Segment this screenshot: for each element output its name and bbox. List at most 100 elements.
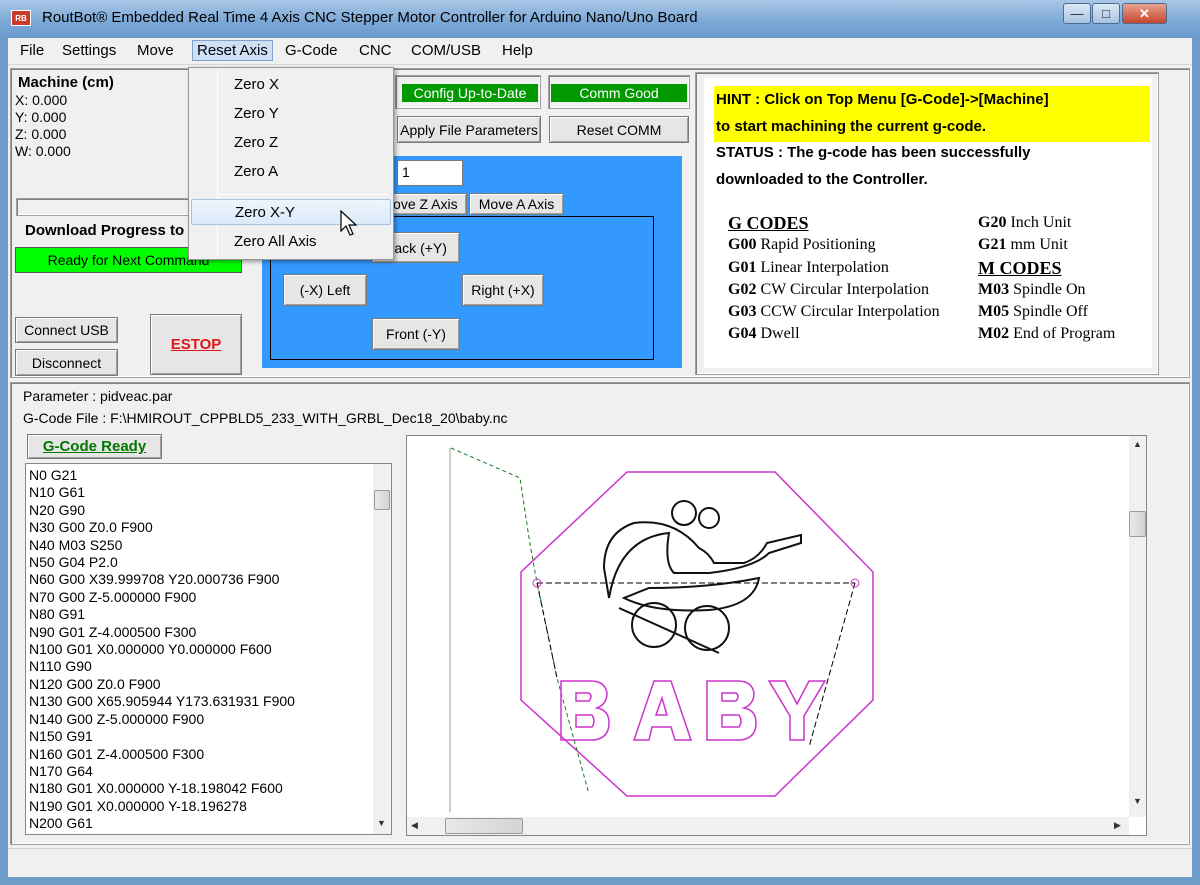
- gcode-line[interactable]: N0 G21: [27, 467, 372, 484]
- gcode-line[interactable]: N190 G01 X0.000000 Y-18.196278: [27, 798, 372, 815]
- gcode-line[interactable]: N40 M03 S250: [27, 537, 372, 554]
- app-icon: RB: [11, 10, 31, 26]
- gcode-line[interactable]: N90 G01 Z-4.000500 F300: [27, 624, 372, 641]
- menu-zero-x-y[interactable]: Zero X-Y: [191, 199, 391, 225]
- preview-vertical-scrollbar[interactable]: ▲ ▼: [1129, 436, 1146, 817]
- gcode-line[interactable]: N80 G91: [27, 606, 372, 623]
- stroller-drawing: [602, 500, 802, 654]
- menu-com-usb[interactable]: COM/USB: [411, 42, 481, 59]
- gcode-line[interactable]: N150 G91: [27, 728, 372, 745]
- gcode-ready-button[interactable]: G-Code Ready: [27, 434, 162, 459]
- gcode-line[interactable]: N60 G00 X39.999708 Y20.000736 F900: [27, 571, 372, 588]
- hint-panel: HINT : Click on Top Menu [G-Code]->[Mach…: [704, 78, 1152, 368]
- gcodes-heading: G CODES: [728, 213, 809, 233]
- menu-reset-axis[interactable]: Reset Axis: [192, 40, 273, 61]
- gcode-line[interactable]: N50 G04 P2.0: [27, 554, 372, 571]
- mouse-cursor-icon: [340, 210, 358, 236]
- status-line-2: downloaded to the Controller.: [716, 171, 928, 188]
- gcode-file-path: G-Code File : F:\HMIROUT_CPPBLD5_233_WIT…: [23, 410, 508, 426]
- y-position: Y: 0.000: [15, 109, 67, 125]
- mcodes-heading: M CODES: [978, 257, 1062, 278]
- machine-title: Machine (cm): [18, 74, 114, 91]
- scroll-up-icon[interactable]: ▲: [1133, 439, 1142, 449]
- download-progress-label: Download Progress to: [25, 222, 185, 239]
- machine-readout: Machine (cm) X: 0.000 Y: 0.000 Z: 0.000 …: [15, 74, 188, 168]
- gcode-line[interactable]: N110 G90: [27, 658, 372, 675]
- gcode-line[interactable]: N130 G00 X65.905944 Y173.631931 F900: [27, 693, 372, 710]
- title-bar[interactable]: RB RoutBot® Embedded Real Time 4 Axis CN…: [0, 0, 1200, 38]
- w-position: W: 0.000: [15, 143, 71, 159]
- gcode-line[interactable]: N200 G61: [27, 815, 372, 832]
- scroll-down-icon[interactable]: ▼: [1133, 796, 1142, 806]
- status-strip: [8, 848, 1192, 877]
- right-x-button[interactable]: Right (+X): [462, 274, 544, 306]
- menu-zero-z[interactable]: Zero Z: [191, 129, 391, 155]
- close-icon[interactable]: ✕: [1122, 3, 1167, 24]
- gcode-row: G04 Dwell: [728, 325, 800, 343]
- apply-file-parameters-button[interactable]: Apply File Parameters: [397, 116, 541, 143]
- connect-usb-button[interactable]: Connect USB: [15, 317, 118, 343]
- unit-row: G20 Inch Unit: [978, 214, 1072, 231]
- menu-file[interactable]: File: [20, 42, 44, 59]
- mcode-row: M05 Spindle Off: [978, 303, 1088, 321]
- menu-zero-y[interactable]: Zero Y: [191, 100, 391, 126]
- scroll-left-icon[interactable]: ◀: [411, 820, 418, 831]
- step-input[interactable]: 1: [397, 160, 463, 186]
- mcode-row: M02 End of Program: [978, 325, 1116, 343]
- preview-horizontal-scroll-thumb[interactable]: [445, 818, 523, 834]
- gcode-line[interactable]: N120 G00 Z0.0 F900: [27, 676, 372, 693]
- toolpath-canvas: [409, 438, 1130, 819]
- hint-line-1: HINT : Click on Top Menu [G-Code]->[Mach…: [716, 91, 1049, 108]
- disconnect-button[interactable]: Disconnect: [15, 349, 118, 376]
- status-line-1: STATUS : The g-code has been successfull…: [716, 144, 1031, 161]
- tab-move-a-axis[interactable]: Move A Axis: [469, 193, 564, 215]
- toolpath-preview: ▲ ▼ ◀ ▶: [406, 435, 1147, 836]
- gcode-line[interactable]: N70 G00 Z-5.000000 F900: [27, 589, 372, 606]
- menu-cnc[interactable]: CNC: [359, 42, 392, 59]
- menu-help[interactable]: Help: [502, 42, 533, 59]
- estop-button[interactable]: ESTOP: [150, 314, 242, 375]
- menu-zero-x[interactable]: Zero X: [191, 71, 391, 97]
- gcode-line[interactable]: N160 G01 Z-4.000500 F300: [27, 746, 372, 763]
- reset-axis-dropdown: Zero X Zero Y Zero Z Zero A Zero X-Y Zer…: [188, 67, 394, 260]
- gcode-line[interactable]: N20 G90: [27, 502, 372, 519]
- mcode-row: M03 Spindle On: [978, 280, 1086, 298]
- minimize-icon[interactable]: —: [1063, 3, 1091, 24]
- comm-status: Comm Good: [551, 84, 687, 102]
- gcode-line[interactable]: N10 G61: [27, 484, 372, 501]
- menu-bar: File Settings Move Reset Axis G-Code CNC…: [8, 38, 1192, 65]
- menu-zero-a[interactable]: Zero A: [191, 158, 391, 184]
- scroll-down-icon[interactable]: ▼: [377, 818, 386, 828]
- preview-horizontal-scrollbar[interactable]: ◀ ▶: [407, 817, 1129, 835]
- gcode-line[interactable]: N100 G01 X0.000000 Y0.000000 F600: [27, 641, 372, 658]
- left-x-button[interactable]: (-X) Left: [283, 274, 367, 306]
- gcode-list-scroll-thumb[interactable]: [374, 490, 390, 510]
- gcode-row: G02 CW Circular Interpolation: [728, 280, 929, 298]
- gcode-row: G00 Rapid Positioning: [728, 236, 876, 254]
- menu-settings[interactable]: Settings: [62, 42, 116, 59]
- baby-text-outline: [560, 680, 827, 741]
- window-title: RoutBot® Embedded Real Time 4 Axis CNC S…: [42, 9, 698, 26]
- reset-comm-button[interactable]: Reset COMM: [549, 116, 689, 143]
- scroll-right-icon[interactable]: ▶: [1114, 820, 1121, 831]
- menu-gcode[interactable]: G-Code: [285, 42, 338, 59]
- preview-vertical-scroll-thumb[interactable]: [1129, 511, 1146, 537]
- menu-separator: [219, 194, 389, 195]
- gcode-line[interactable]: N140 G00 Z-5.000000 F900: [27, 711, 372, 728]
- front-y-button[interactable]: Front (-Y): [372, 318, 460, 350]
- unit-mcode-reference: G20 Inch Unit G21 mm Unit M CODES M03 Sp…: [978, 212, 1115, 346]
- gcode-reference: G CODES G00 Rapid Positioning G01 Linear…: [728, 212, 940, 346]
- gcode-line[interactable]: N180 G01 X0.000000 Y-18.198042 F600: [27, 780, 372, 797]
- gcode-line[interactable]: N30 G00 Z0.0 F900: [27, 519, 372, 536]
- unit-row: G21 mm Unit: [978, 236, 1068, 254]
- parameter-file: Parameter : pidveac.par: [23, 388, 173, 404]
- gcode-list[interactable]: N0 G21 N10 G61 N20 G90 N30 G00 Z0.0 F900 N40…: [25, 463, 392, 835]
- hint-box: HINT : Click on Top Menu [G-Code]->[Mach…: [714, 86, 1150, 142]
- menu-move[interactable]: Move: [137, 42, 174, 59]
- maximize-icon[interactable]: □: [1092, 3, 1120, 24]
- gcode-list-scrollbar[interactable]: ▼: [373, 464, 391, 834]
- z-position: Z: 0.000: [15, 126, 67, 142]
- menu-zero-all-axis[interactable]: Zero All Axis: [191, 228, 391, 254]
- x-position: X: 0.000: [15, 92, 68, 108]
- gcode-line[interactable]: N170 G64: [27, 763, 372, 780]
